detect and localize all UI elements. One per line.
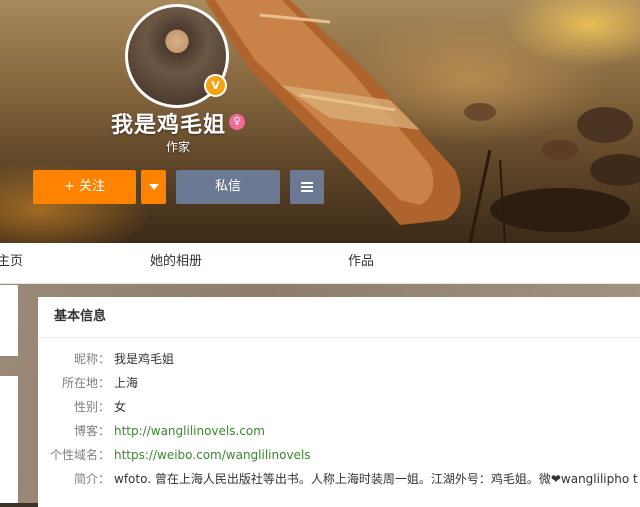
chevron-down-icon: [148, 183, 159, 190]
info-label: 所在地：: [61, 376, 110, 390]
tab-home[interactable]: 主页: [0, 243, 23, 281]
info-label: 博客：: [73, 424, 110, 438]
tab-album[interactable]: 她的相册: [150, 243, 202, 281]
domain-link[interactable]: https://weibo.com/wanglilinovels: [114, 445, 311, 465]
info-value: 上海: [114, 376, 139, 390]
info-label: 性别：: [73, 400, 110, 414]
cover-banner: [0, 0, 640, 243]
side-panel-lower: [0, 376, 18, 503]
info-row-domain: 个性域名： https://weibo.com/wanglilinovels: [38, 445, 640, 465]
info-value: 我是鸡毛姐: [114, 352, 175, 366]
info-row-bio: 简介： wfoto. 曾在上海人民出版社等出书。人称上海时装周一姐。江湖外号：鸡…: [38, 469, 640, 489]
info-label: 昵称：: [73, 352, 110, 366]
blog-link[interactable]: http://wanglilinovels.com: [114, 421, 265, 441]
profile-name: 我是鸡毛姐: [111, 113, 227, 138]
info-row-nickname: 昵称： 我是鸡毛姐: [38, 349, 640, 369]
info-row-location: 所在地： 上海: [38, 373, 640, 393]
card-heading: 基本信息: [38, 297, 640, 338]
info-value: wfoto. 曾在上海人民出版社等出书。人称上海时装周一姐。江湖外号：鸡毛姐。微…: [114, 472, 638, 486]
verified-badge-icon: V: [204, 74, 227, 97]
message-button[interactable]: 私信: [176, 170, 280, 204]
side-panel: [0, 285, 18, 356]
tab-works[interactable]: 作品: [348, 243, 374, 281]
info-value: 女: [114, 400, 127, 414]
info-row-gender: 性别： 女: [38, 397, 640, 417]
menu-icon: [301, 180, 313, 194]
info-label: 简介：: [73, 472, 110, 486]
canoe-photo: [205, 0, 640, 243]
female-icon: ♀: [229, 114, 245, 130]
info-row-blog: 博客： http://wanglilinovels.com: [38, 421, 640, 441]
profile-title: 作家: [166, 140, 191, 154]
more-menu-button[interactable]: [290, 170, 324, 204]
profile-tabs: 主页 她的相册 作品: [0, 243, 640, 284]
info-label: 个性域名：: [49, 448, 110, 462]
basic-info-card: 基本信息 昵称： 我是鸡毛姐 所在地： 上海 性别： 女 博客： http://…: [38, 297, 640, 507]
follow-dropdown-button[interactable]: [141, 170, 166, 204]
follow-button[interactable]: + 关注: [33, 170, 136, 204]
